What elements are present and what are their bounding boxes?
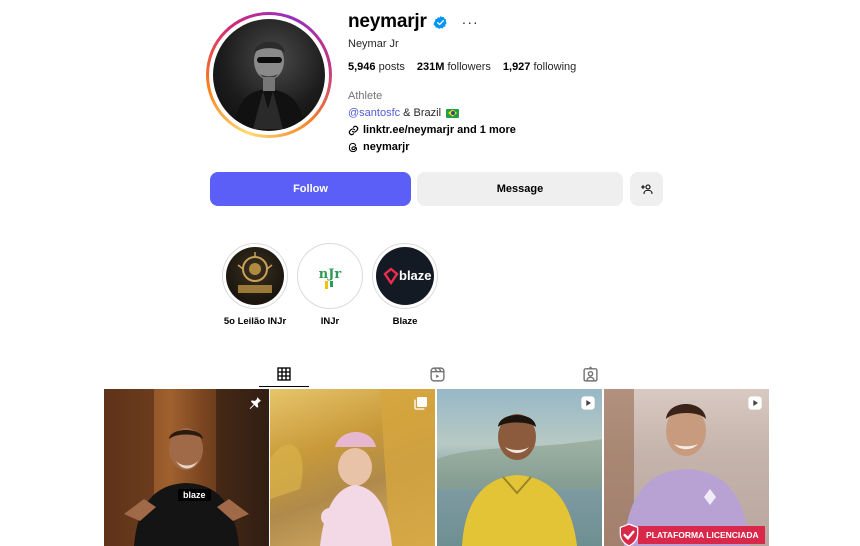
reels-icon: [429, 366, 445, 382]
tagged-icon: [582, 365, 598, 382]
profile-full-name: Neymar Jr: [348, 38, 399, 50]
post-thumbnail-1[interactable]: blaze: [104, 389, 269, 546]
bio-text: & Brazil: [403, 107, 442, 119]
posts-label: posts: [378, 61, 405, 73]
profile-stats: 5,946 posts 231M followers 1,927 followi…: [348, 61, 576, 73]
profile-external-link[interactable]: linktr.ee/neymarjr and 1 more: [348, 124, 516, 136]
posts-count: 5,946: [348, 61, 376, 73]
post-thumbnail-2[interactable]: [270, 389, 435, 546]
brazil-flag-icon: [446, 108, 460, 118]
highlight-leilao[interactable]: 5o Leilão INJr: [222, 243, 288, 327]
highlight-label: Blaze: [392, 316, 418, 327]
post-overlay-text: blaze: [178, 489, 211, 501]
bio-mention-link[interactable]: @santosfc: [348, 107, 400, 119]
external-link-text: linktr.ee/neymarjr and 1 more: [363, 124, 516, 136]
shield-check-icon: [619, 523, 639, 546]
verified-badge-icon: [433, 15, 447, 29]
tab-posts[interactable]: [260, 361, 308, 387]
post-photo: [104, 389, 269, 546]
threads-link[interactable]: neymarjr: [348, 141, 409, 153]
tab-active-indicator: [259, 386, 309, 387]
licensed-platform-text: PLATAFORMA LICENCIADA: [638, 526, 765, 544]
profile-avatar[interactable]: [206, 12, 332, 138]
reel-icon: [748, 396, 762, 410]
profile-bio: @santosfc & Brazil: [348, 107, 460, 119]
grid-icon: [277, 367, 291, 381]
post-thumbnail-3[interactable]: [437, 389, 602, 546]
highlight-injr[interactable]: nJr INJr: [297, 243, 363, 327]
followers-label: followers: [447, 61, 491, 73]
threads-handle: neymarjr: [363, 141, 410, 153]
following-label: following: [533, 61, 577, 73]
lion-crest-icon: [237, 252, 273, 293]
post-photo: [437, 414, 602, 546]
highlight-cover: [222, 243, 288, 309]
highlight-blaze[interactable]: blaze Blaze: [372, 243, 438, 327]
injr-logo-text: nJr: [318, 267, 342, 282]
following-stat[interactable]: 1,927 following: [503, 61, 576, 73]
carousel-icon: [414, 397, 427, 410]
licensed-platform-banner: PLATAFORMA LICENCIADA: [616, 523, 765, 546]
link-icon: [348, 125, 359, 135]
message-button[interactable]: Message: [417, 172, 623, 206]
pin-icon: [249, 397, 261, 409]
blaze-logo-text: blaze: [399, 268, 432, 283]
follow-button[interactable]: Follow: [210, 172, 411, 206]
add-person-icon: [640, 184, 653, 195]
username-row: neymarjr ···: [348, 10, 479, 34]
post-photo: [270, 389, 435, 546]
suggested-accounts-button[interactable]: [630, 172, 663, 206]
tab-reels[interactable]: [413, 361, 461, 387]
highlight-cover: nJr: [297, 243, 363, 309]
followers-count: 231M: [416, 61, 445, 73]
profile-username: neymarjr: [348, 11, 427, 32]
post-thumbnail-4[interactable]: PLATAFORMA LICENCIADA: [604, 389, 769, 546]
followers-stat[interactable]: 231M followers: [417, 61, 491, 73]
following-count: 1,927: [502, 61, 531, 73]
highlight-cover: blaze: [372, 243, 438, 309]
profile-category: Athlete: [348, 90, 383, 102]
avatar-photo: [213, 19, 325, 131]
posts-stat: 5,946 posts: [348, 61, 405, 73]
more-options-icon[interactable]: ···: [462, 15, 479, 29]
reel-icon: [581, 396, 595, 410]
tab-tagged[interactable]: [566, 361, 614, 387]
threads-icon: [348, 142, 358, 152]
